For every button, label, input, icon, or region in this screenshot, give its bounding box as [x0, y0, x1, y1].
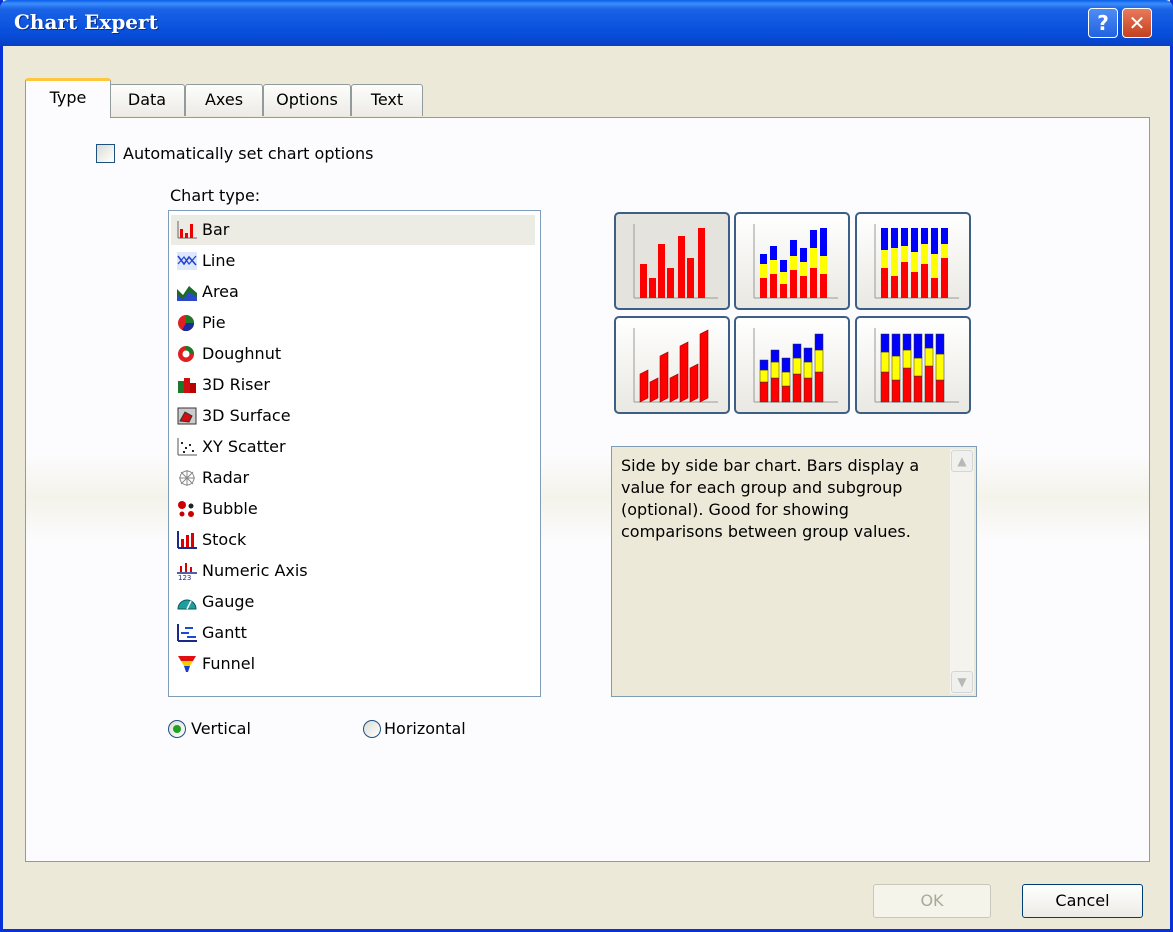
list-item-3d-surface[interactable]: 3D Surface	[171, 401, 535, 431]
help-icon: ?	[1097, 11, 1109, 35]
subtype-side-by-side-bar[interactable]	[614, 212, 730, 310]
list-item-stock[interactable]: Stock	[171, 525, 535, 555]
scroll-down-icon[interactable]: ▼	[951, 671, 973, 693]
list-item-label: Bubble	[202, 499, 258, 518]
tab-type[interactable]: Type	[25, 78, 111, 118]
funnel-icon	[178, 656, 196, 672]
list-item-bar[interactable]: Bar	[171, 215, 535, 245]
bubble-icon	[178, 501, 194, 517]
3d-riser-icon	[178, 378, 196, 393]
list-item-label: 3D Surface	[202, 406, 291, 425]
numeric-axis-icon: 123	[177, 563, 197, 580]
list-item-funnel[interactable]: Funnel	[171, 649, 535, 679]
bar-chart-icon	[177, 221, 197, 239]
list-item-label: 3D Riser	[202, 375, 270, 394]
list-item-label: Gantt	[202, 623, 247, 642]
chart-type-heading: Chart type:	[170, 186, 261, 205]
percent-stacked-bar-icon	[874, 224, 959, 299]
list-item-label: Area	[202, 282, 239, 301]
list-item-numeric-axis[interactable]: 123 Numeric Axis	[171, 556, 535, 586]
pie-chart-icon	[178, 315, 195, 332]
scroll-up-icon[interactable]: ▲	[951, 450, 973, 472]
close-icon: ✕	[1128, 11, 1146, 35]
cancel-button[interactable]: Cancel	[1022, 884, 1143, 918]
list-item-bubble[interactable]: Bubble	[171, 494, 535, 524]
radar-icon	[179, 470, 195, 486]
list-item-line[interactable]: Line	[171, 246, 535, 276]
subtype-3d-percent-stacked-bar[interactable]	[855, 316, 971, 414]
window-title: Chart Expert	[14, 10, 158, 34]
vertical-label: Vertical	[191, 719, 251, 738]
horizontal-label: Horizontal	[384, 719, 466, 738]
ok-button[interactable]: OK	[873, 884, 991, 918]
svg-text:123: 123	[178, 574, 191, 580]
description-text: Side by side bar chart. Bars display a v…	[621, 456, 920, 541]
list-item-label: Bar	[202, 220, 230, 239]
vertical-radio[interactable]	[168, 720, 186, 738]
subtype-3d-stacked-bar[interactable]	[734, 316, 850, 414]
list-item-area[interactable]: Area	[171, 277, 535, 307]
description-scrollbar[interactable]: ▲ ▼	[950, 449, 974, 694]
list-item-doughnut[interactable]: Doughnut	[171, 339, 535, 369]
horizontal-radio[interactable]	[363, 720, 381, 738]
list-item-3d-riser[interactable]: 3D Riser	[171, 370, 535, 400]
3d-surface-icon	[177, 407, 197, 425]
chart-type-list[interactable]: Bar Line Area Pie Doughnut 3D Riser 3D S…	[168, 210, 541, 697]
list-item-pie[interactable]: Pie	[171, 308, 535, 338]
tab-text[interactable]: Text	[351, 84, 423, 116]
subtype-percent-stacked-bar[interactable]	[855, 212, 971, 310]
3d-stacked-bar-icon	[753, 328, 838, 403]
xy-scatter-icon	[177, 438, 197, 456]
radio-selected-dot	[173, 725, 181, 733]
chart-expert-dialog: Chart Expert ? ✕ Type Data Axes Options …	[0, 0, 1173, 932]
stock-icon	[177, 531, 197, 549]
tab-data[interactable]: Data	[109, 84, 185, 116]
help-button[interactable]: ?	[1088, 8, 1118, 38]
gauge-icon	[177, 599, 197, 610]
list-item-label: XY Scatter	[202, 437, 286, 456]
subtype-3d-side-by-side-bar[interactable]	[614, 316, 730, 414]
line-chart-icon	[177, 252, 197, 270]
chart-description[interactable]: Side by side bar chart. Bars display a v…	[611, 446, 977, 697]
doughnut-chart-icon	[178, 346, 194, 362]
area-chart-icon	[177, 286, 197, 301]
list-item-label: Funnel	[202, 654, 256, 673]
tab-options[interactable]: Options	[263, 84, 351, 116]
list-item-label: Numeric Axis	[202, 561, 308, 580]
list-item-gauge[interactable]: Gauge	[171, 587, 535, 617]
tab-axes[interactable]: Axes	[185, 84, 263, 116]
list-item-label: Pie	[202, 313, 226, 332]
subtype-stacked-bar[interactable]	[734, 212, 850, 310]
list-item-label: Line	[202, 251, 236, 270]
list-item-label: Gauge	[202, 592, 255, 611]
list-item-label: Stock	[202, 530, 247, 549]
gantt-icon	[177, 624, 197, 642]
list-item-label: Doughnut	[202, 344, 282, 363]
list-item-label: Radar	[202, 468, 250, 487]
list-item-gantt[interactable]: Gantt	[171, 618, 535, 648]
3d-side-by-side-bar-icon	[633, 328, 718, 403]
title-bar[interactable]: Chart Expert ? ✕	[0, 0, 1173, 46]
auto-options-checkbox[interactable]	[96, 144, 115, 163]
list-item-xy-scatter[interactable]: XY Scatter	[171, 432, 535, 462]
close-button[interactable]: ✕	[1122, 8, 1152, 38]
side-by-side-bar-icon	[633, 224, 718, 299]
3d-percent-stacked-bar-icon	[874, 328, 959, 403]
list-item-radar[interactable]: Radar	[171, 463, 535, 493]
auto-options-label: Automatically set chart options	[123, 144, 374, 163]
stacked-bar-icon	[753, 224, 838, 299]
